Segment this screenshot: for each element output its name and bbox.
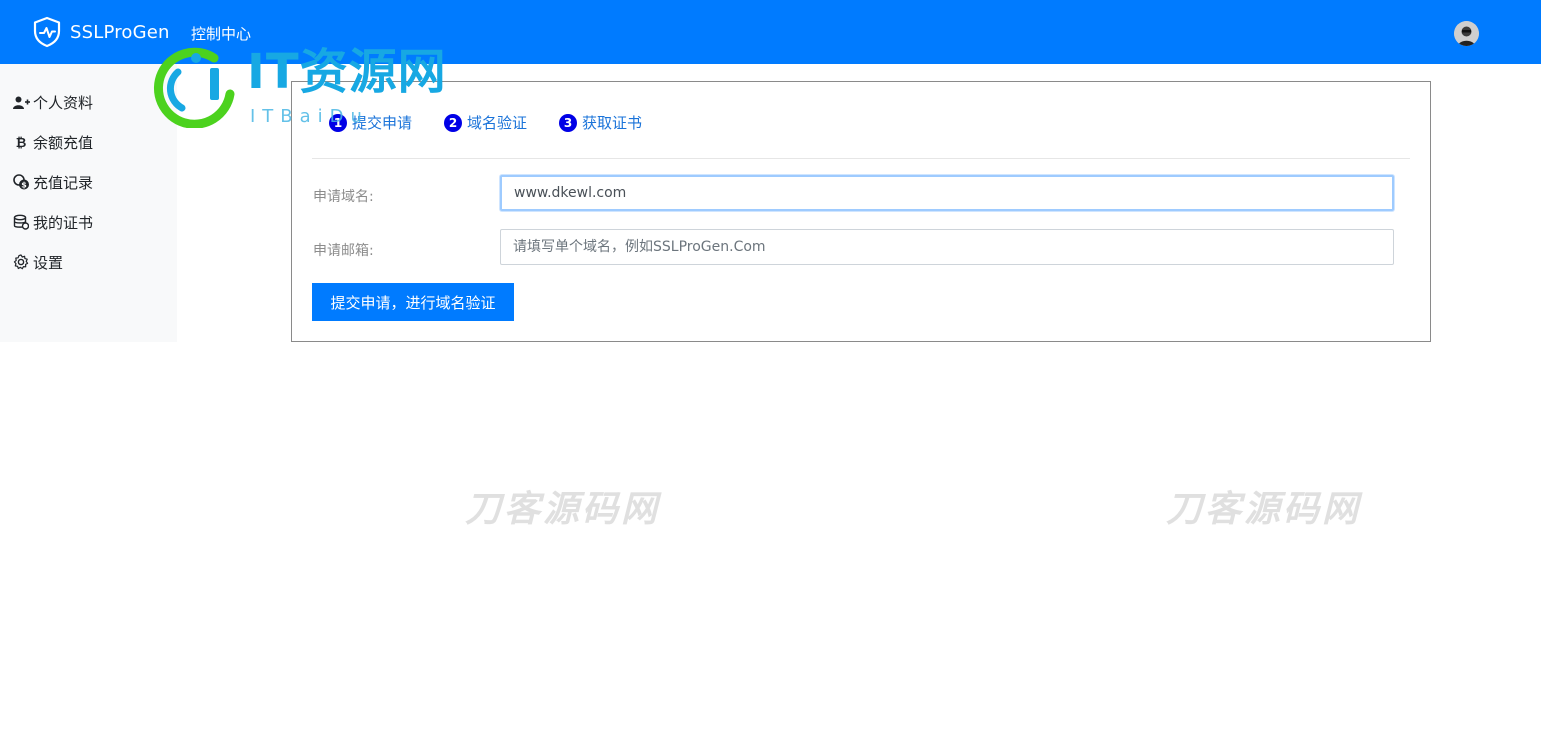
bitcoin-icon: ₿	[12, 134, 30, 150]
domain-input[interactable]	[500, 175, 1394, 211]
sidebar: 个人资料 ₿ 余额充值 $ 充值记录 我的证书 设置	[0, 64, 177, 342]
apply-certificate-card: 1 提交申请 2 域名验证 3 获取证书 申请域名: 申请邮箱: 提交申请，进行…	[291, 81, 1431, 342]
sidebar-item-label: 我的证书	[33, 213, 94, 232]
step-get-certificate[interactable]: 3 获取证书	[559, 112, 642, 133]
sidebar-item-label: 个人资料	[33, 93, 94, 112]
svg-text:₿: ₿	[16, 136, 27, 149]
submit-application-button[interactable]: 提交申请，进行域名验证	[312, 283, 514, 321]
sidebar-item-label: 充值记录	[33, 173, 94, 192]
user-plus-icon	[12, 94, 30, 110]
step-number-badge: 1	[329, 113, 347, 132]
svg-text:$: $	[21, 181, 27, 190]
step-label: 域名验证	[467, 114, 528, 132]
database-icon	[12, 214, 30, 230]
step-label: 提交申请	[352, 114, 413, 132]
watermark-text: 刀客源码网	[465, 489, 661, 530]
sidebar-item-profile[interactable]: 个人资料	[12, 92, 93, 112]
top-navbar: SSLProGen 控制中心	[0, 0, 1541, 64]
shield-pulse-icon	[32, 16, 62, 48]
brand-name: SSLProGen	[70, 21, 170, 43]
gear-icon	[12, 254, 30, 270]
step-submit-application[interactable]: 1 提交申请	[329, 112, 412, 133]
domain-label: 申请域名:	[313, 189, 374, 205]
divider	[312, 158, 1410, 159]
coins-icon: $	[12, 174, 30, 190]
watermark-text: 刀客源码网	[1166, 489, 1362, 530]
sidebar-item-recharge-history[interactable]: $ 充值记录	[12, 172, 93, 192]
sidebar-item-settings[interactable]: 设置	[12, 252, 63, 272]
brand[interactable]: SSLProGen	[32, 16, 170, 48]
step-number-badge: 3	[559, 113, 578, 132]
sidebar-item-label: 余额充值	[33, 133, 94, 152]
user-avatar[interactable]	[1454, 21, 1479, 46]
step-label: 获取证书	[582, 114, 643, 132]
wizard-steps: 1 提交申请 2 域名验证 3 获取证书	[329, 112, 674, 133]
step-number-badge: 2	[444, 113, 463, 132]
sidebar-item-recharge[interactable]: ₿ 余额充值	[12, 132, 93, 152]
step-domain-verification[interactable]: 2 域名验证	[444, 112, 527, 133]
email-input[interactable]	[500, 229, 1394, 265]
nav-console-link[interactable]: 控制中心	[191, 23, 251, 44]
email-label: 申请邮箱:	[313, 243, 374, 259]
sidebar-item-label: 设置	[33, 253, 64, 272]
sidebar-item-my-certificates[interactable]: 我的证书	[12, 212, 93, 232]
